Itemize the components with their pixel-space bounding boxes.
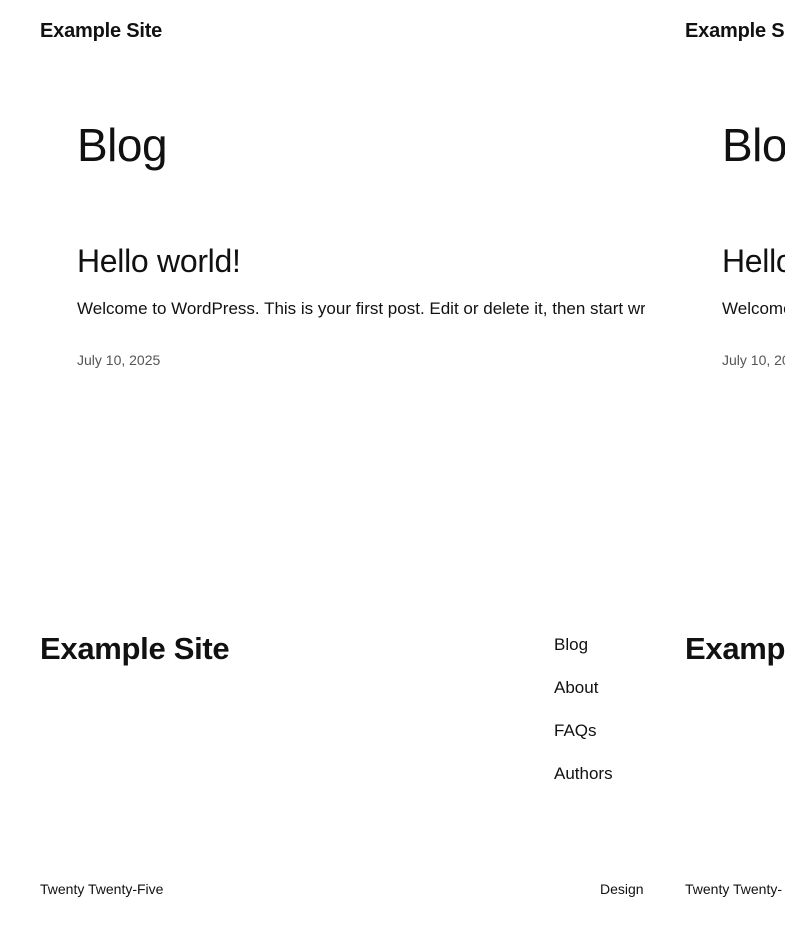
header-site-title-link[interactable]: Example Si [685, 20, 785, 43]
post-date: July 10, 20 [722, 352, 785, 368]
footer-nav-item-blog[interactable]: Blog [554, 634, 613, 677]
footer-theme-credit-link[interactable]: Twenty Twenty-Five [40, 881, 163, 897]
footer-theme-credit-link[interactable]: Twenty Twenty- [685, 881, 782, 897]
page-title: Blog [77, 119, 168, 171]
page-title: Blog [722, 119, 785, 171]
viewport: Example Site Blog Hello world! Welcome t… [0, 0, 785, 940]
site-panel: Example Site Blog Hello world! Welcome t… [0, 0, 645, 940]
footer-designed-by: Design [600, 881, 644, 897]
footer-nav-item-faqs[interactable]: FAQs [554, 720, 613, 763]
post-excerpt: Welcome [722, 299, 785, 318]
header-site-title-link[interactable]: Example Site [40, 20, 162, 43]
footer-nav: Blog About FAQs Authors [554, 634, 613, 806]
footer-site-title-link[interactable]: Exampl [685, 631, 785, 667]
post-title-link[interactable]: Hello world! [77, 243, 241, 280]
footer-nav-item-authors[interactable]: Authors [554, 763, 613, 806]
footer-nav-item-about[interactable]: About [554, 677, 613, 720]
post-excerpt: Welcome to WordPress. This is your first… [77, 299, 645, 318]
post-date: July 10, 2025 [77, 352, 161, 368]
post-title-link[interactable]: Hello [722, 243, 785, 280]
site-panel-duplicate: Example Si Blog Hello Welcome July 10, 2… [645, 0, 785, 940]
footer-site-title-link[interactable]: Example Site [40, 631, 230, 667]
